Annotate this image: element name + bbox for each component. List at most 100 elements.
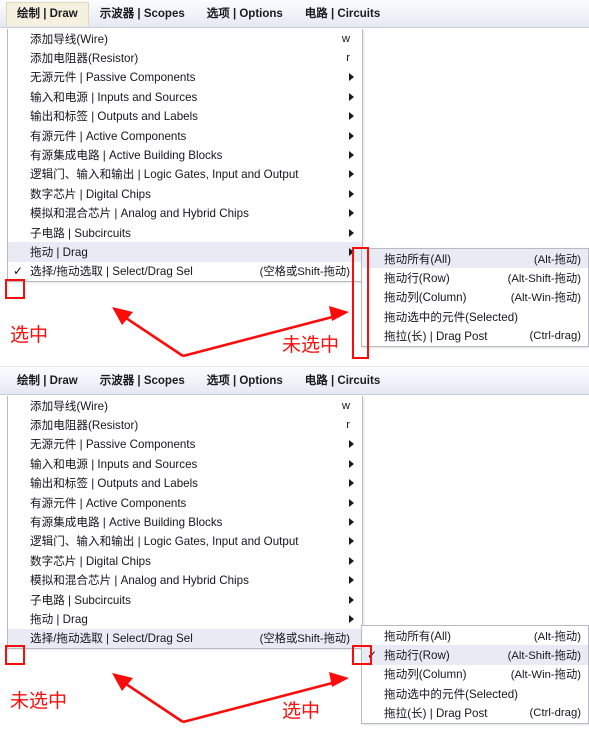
menu-item-digital-chips[interactable]: 数字芯片 | Digital Chips: [8, 551, 362, 570]
menu-item-outputs-and-labels[interactable]: 输出和标签 | Outputs and Labels: [8, 474, 362, 493]
menu-item-label: 拖动 | Drag: [30, 245, 88, 259]
submenu-item-drag-selected[interactable]: 拖动选中的元件(Selected): [362, 684, 588, 703]
submenu-item-drag-column[interactable]: 拖动列(Column) (Alt-Win-拖动): [362, 288, 588, 307]
draw-dropdown-menu[interactable]: 添加导线(Wire) w 添加电阻器(Resistor) r 无源元件 | Pa…: [7, 396, 363, 650]
menubar-item-draw[interactable]: 绘制 | Draw: [6, 1, 89, 26]
submenu-item-shortcut: (Ctrl-drag): [529, 707, 581, 720]
menu-item-add-wire[interactable]: 添加导线(Wire) w: [8, 396, 362, 415]
submenu-item-drag-row[interactable]: ✓ 拖动行(Row) (Alt-Shift-拖动): [362, 645, 588, 665]
menu-item-subcircuits[interactable]: 子电路 | Subcircuits: [8, 223, 362, 242]
menu-item-label: 添加导线(Wire): [30, 32, 108, 46]
submenu-item-drag-post[interactable]: 拖拉(长) | Drag Post (Ctrl-drag): [362, 704, 588, 723]
menu-item-add-resistor[interactable]: 添加电阻器(Resistor) r: [8, 48, 362, 67]
menu-item-label: 输入和电源 | Inputs and Sources: [30, 90, 198, 104]
menu-item-shortcut: (空格或Shift-拖动): [259, 633, 350, 646]
submenu-item-shortcut: (Alt-拖动): [533, 630, 581, 643]
menu-item-select-drag-sel[interactable]: ✓ 选择/拖动选取 | Select/Drag Sel (空格或Shift-拖动…: [8, 262, 362, 281]
submenu-item-drag-all[interactable]: 拖动所有(All) (Alt-拖动): [362, 249, 588, 269]
menu-item-label: 添加电阻器(Resistor): [30, 419, 139, 433]
menubar-item-circuits[interactable]: 电路 | Circuits: [294, 2, 391, 26]
menu-item-shortcut: r: [346, 52, 350, 65]
menu-item-active-building-blocks[interactable]: 有源集成电路 | Active Building Blocks: [8, 145, 362, 164]
submenu-item-label: 拖动行(Row): [384, 272, 450, 286]
menu-item-subcircuits[interactable]: 子电路 | Subcircuits: [8, 590, 362, 609]
drag-submenu[interactable]: 拖动所有(All) (Alt-拖动) 拖动行(Row) (Alt-Shift-拖…: [361, 248, 589, 347]
menu-item-passive-components[interactable]: 无源元件 | Passive Components: [8, 435, 362, 454]
chevron-right-icon: [349, 614, 354, 623]
annotation-label-unselected: 未选中: [10, 690, 68, 712]
checkmark-icon: ✓: [13, 264, 24, 279]
submenu-item-drag-post[interactable]: 拖拉(长) | Drag Post (Ctrl-drag): [362, 327, 588, 346]
annotation-label-selected: 选中: [10, 324, 49, 346]
submenu-item-shortcut: (Ctrl-drag): [529, 330, 581, 343]
chevron-right-icon: [349, 209, 354, 218]
menu-item-add-wire[interactable]: 添加导线(Wire) w: [8, 29, 362, 48]
menu-item-shortcut: r: [346, 419, 350, 432]
submenu-item-drag-selected[interactable]: 拖动选中的元件(Selected): [362, 307, 588, 326]
menu-item-label: 添加电阻器(Resistor): [30, 52, 139, 66]
menu-item-analog-hybrid-chips[interactable]: 模拟和混合芯片 | Analog and Hybrid Chips: [8, 204, 362, 223]
menu-item-drag[interactable]: 拖动 | Drag: [8, 609, 362, 628]
chevron-right-icon: [349, 576, 354, 585]
chevron-right-icon: [349, 459, 354, 468]
menubar-item-options[interactable]: 选项 | Options: [196, 369, 294, 393]
submenu-item-shortcut: (Alt-Shift-拖动): [507, 273, 581, 286]
menu-item-active-components[interactable]: 有源元件 | Active Components: [8, 493, 362, 512]
submenu-item-shortcut: (Alt-Shift-拖动): [507, 650, 581, 663]
menu-item-inputs-and-sources[interactable]: 输入和电源 | Inputs and Sources: [8, 454, 362, 473]
draw-dropdown-menu[interactable]: 添加导线(Wire) w 添加电阻器(Resistor) r 无源元件 | Pa…: [7, 29, 363, 283]
menu-item-select-drag-sel[interactable]: 选择/拖动选取 | Select/Drag Sel (空格或Shift-拖动): [8, 628, 362, 649]
drag-submenu[interactable]: 拖动所有(All) (Alt-拖动) ✓ 拖动行(Row) (Alt-Shift…: [361, 625, 589, 724]
menu-item-analog-hybrid-chips[interactable]: 模拟和混合芯片 | Analog and Hybrid Chips: [8, 571, 362, 590]
menu-item-logic-gates[interactable]: 逻辑门、输入和输出 | Logic Gates, Input and Outpu…: [8, 532, 362, 551]
menu-item-passive-components[interactable]: 无源元件 | Passive Components: [8, 68, 362, 87]
submenu-item-label: 拖动列(Column): [384, 668, 467, 682]
submenu-item-label: 拖拉(长) | Drag Post: [384, 707, 488, 721]
annotation-label-selected: 选中: [282, 700, 321, 722]
submenu-item-shortcut: (Alt-Win-拖动): [510, 669, 581, 682]
submenu-item-shortcut: (Alt-拖动): [533, 253, 581, 266]
menu-item-drag[interactable]: 拖动 | Drag: [8, 242, 362, 262]
menu-item-shortcut: w: [341, 399, 350, 412]
chevron-right-icon: [349, 479, 354, 488]
menu-item-label: 选择/拖动选取 | Select/Drag Sel: [30, 632, 193, 646]
submenu-item-drag-column[interactable]: 拖动列(Column) (Alt-Win-拖动): [362, 665, 588, 684]
menu-item-label: 模拟和混合芯片 | Analog and Hybrid Chips: [30, 574, 249, 588]
menubar-item-scopes[interactable]: 示波器 | Scopes: [89, 369, 196, 393]
menu-item-label: 添加导线(Wire): [30, 399, 108, 413]
chevron-right-icon: [349, 440, 354, 449]
annotation-label-unselected: 未选中: [282, 334, 340, 356]
submenu-item-drag-all[interactable]: 拖动所有(All) (Alt-拖动): [362, 626, 588, 645]
menu-item-add-resistor[interactable]: 添加电阻器(Resistor) r: [8, 415, 362, 434]
submenu-item-drag-row[interactable]: 拖动行(Row) (Alt-Shift-拖动): [362, 268, 588, 287]
menu-item-logic-gates[interactable]: 逻辑门、输入和输出 | Logic Gates, Input and Outpu…: [8, 165, 362, 184]
menu-item-label: 输入和电源 | Inputs and Sources: [30, 457, 198, 471]
menubar-item-circuits[interactable]: 电路 | Circuits: [294, 369, 391, 393]
menubar-item-scopes[interactable]: 示波器 | Scopes: [89, 2, 196, 26]
menu-item-active-components[interactable]: 有源元件 | Active Components: [8, 126, 362, 145]
menu-item-label: 无源元件 | Passive Components: [30, 71, 196, 85]
chevron-right-icon: [349, 228, 354, 237]
chevron-right-icon: [349, 518, 354, 527]
menu-item-label: 逻辑门、输入和输出 | Logic Gates, Input and Outpu…: [30, 535, 299, 549]
menubar-item-draw[interactable]: 绘制 | Draw: [6, 369, 89, 393]
chevron-right-icon: [349, 537, 354, 546]
menu-bar[interactable]: 绘制 | Draw 示波器 | Scopes 选项 | Options 电路 |…: [0, 367, 589, 395]
menu-bar[interactable]: 绘制 | Draw 示波器 | Scopes 选项 | Options 电路 |…: [0, 0, 589, 28]
menu-item-label: 子电路 | Subcircuits: [30, 226, 131, 240]
menu-item-label: 模拟和混合芯片 | Analog and Hybrid Chips: [30, 207, 249, 221]
menu-item-active-building-blocks[interactable]: 有源集成电路 | Active Building Blocks: [8, 512, 362, 531]
menu-item-label: 数字芯片 | Digital Chips: [30, 554, 151, 568]
chevron-right-icon: [349, 92, 354, 101]
menu-item-label: 子电路 | Subcircuits: [30, 593, 131, 607]
menu-item-label: 有源元件 | Active Components: [30, 129, 187, 143]
chevron-right-icon: [349, 498, 354, 507]
submenu-item-label: 拖动选中的元件(Selected): [384, 310, 518, 324]
menu-item-inputs-and-sources[interactable]: 输入和电源 | Inputs and Sources: [8, 87, 362, 106]
menubar-item-options[interactable]: 选项 | Options: [196, 2, 294, 26]
panel-selected-state: 绘制 | Draw 示波器 | Scopes 选项 | Options 电路 |…: [0, 0, 589, 367]
submenu-item-shortcut: (Alt-Win-拖动): [510, 292, 581, 305]
menu-item-digital-chips[interactable]: 数字芯片 | Digital Chips: [8, 184, 362, 203]
menu-item-outputs-and-labels[interactable]: 输出和标签 | Outputs and Labels: [8, 107, 362, 126]
menu-item-shortcut: w: [341, 32, 350, 45]
